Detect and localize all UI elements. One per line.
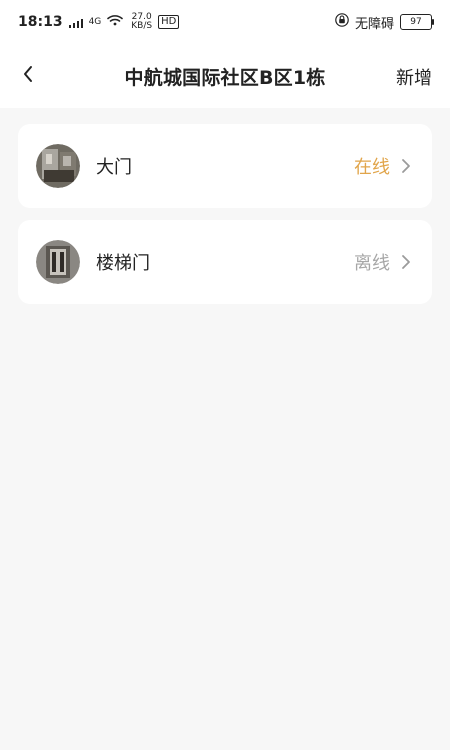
back-button[interactable] (10, 58, 46, 94)
device-status-online: 在线 (354, 157, 390, 178)
wifi-icon (107, 14, 124, 30)
device-name: 楼梯门 (96, 253, 150, 274)
network-speed: 27.0 KB/S (131, 13, 152, 31)
speed-unit: KB/S (131, 21, 153, 31)
status-time: 18:13 (18, 14, 63, 30)
device-avatar (36, 240, 80, 284)
status-bar: 18:13 4G 27.0 KB/S HD 无障碍 97 (0, 0, 450, 44)
accessibility-status: 无障碍 (354, 16, 394, 32)
network-type: 4G (88, 16, 102, 27)
app-screen: 18:13 4G 27.0 KB/S HD 无障碍 97 中航城国际社区B区1栋… (0, 0, 450, 750)
lock-icon (335, 13, 349, 31)
chevron-right-icon (398, 254, 414, 270)
status-left: 18:13 4G 27.0 KB/S HD (18, 13, 180, 31)
device-avatar (36, 144, 80, 188)
add-button[interactable]: 新增 (396, 64, 432, 90)
device-name: 大门 (96, 157, 132, 178)
chevron-right-icon (398, 158, 414, 174)
battery-icon: 97 (400, 14, 434, 30)
nav-bar: 中航城国际社区B区1栋 新增 (0, 44, 450, 108)
device-status-offline: 离线 (354, 253, 390, 274)
list-item[interactable]: 楼梯门 离线 (18, 220, 432, 304)
hd-badge: HD (158, 15, 180, 29)
page-title: 中航城国际社区B区1栋 (124, 66, 326, 89)
device-list: 大门 在线 楼梯门 离线 (18, 124, 432, 316)
signal-icon: 4G (68, 16, 102, 28)
battery-level: 97 (410, 17, 422, 27)
chevron-left-icon (18, 64, 38, 88)
status-right: 无障碍 97 (335, 13, 434, 32)
list-item[interactable]: 大门 在线 (18, 124, 432, 208)
